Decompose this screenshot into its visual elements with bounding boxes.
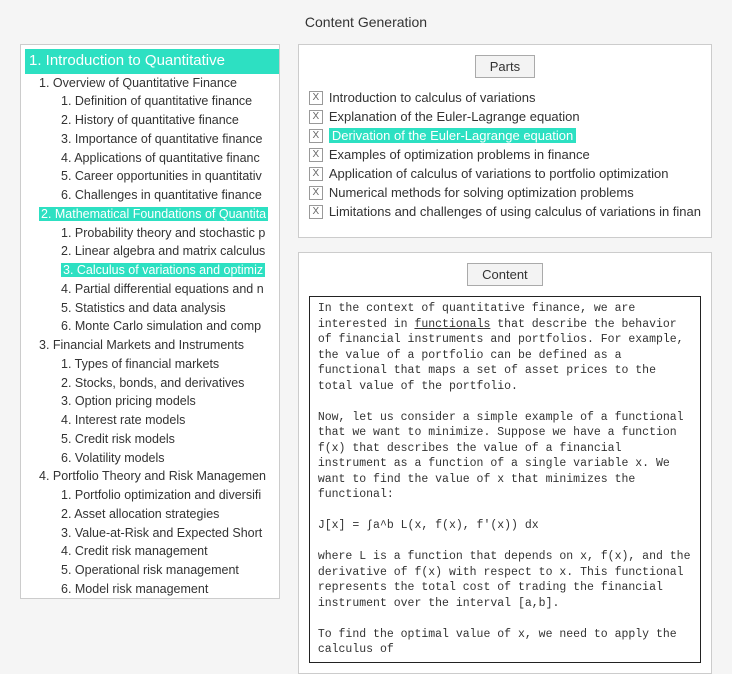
main-layout: 1. Introduction to Quantitative1. Overvi…	[20, 44, 712, 599]
toc-root[interactable]: 1. Introduction to Quantitative	[25, 49, 279, 74]
toc-subsection[interactable]: 2. Asset allocation strategies	[25, 505, 279, 524]
toc-subsection[interactable]: 3. Value-at-Risk and Expected Short	[25, 524, 279, 543]
content-button[interactable]: Content	[467, 263, 543, 286]
toc-section[interactable]: 2. Mathematical Foundations of Quantita	[25, 205, 279, 224]
toc-section[interactable]: 5. Algorithmic Trading and High-Frequen	[25, 599, 279, 600]
content-underline: functionals	[414, 318, 490, 331]
toc-subsection[interactable]: 5. Operational risk management	[25, 561, 279, 580]
toc-subsection[interactable]: 3. Importance of quantitative finance	[25, 130, 279, 149]
toc-subsection[interactable]: 6. Monte Carlo simulation and comp	[25, 317, 279, 336]
part-item[interactable]: X Application of calculus of variations t…	[309, 164, 701, 183]
toc-subsection[interactable]: 6. Challenges in quantitative finance	[25, 186, 279, 205]
close-icon[interactable]: X	[309, 129, 323, 143]
toc-subsection[interactable]: 2. Linear algebra and matrix calculus	[25, 242, 279, 261]
toc-subsection[interactable]: 6. Model risk management	[25, 580, 279, 599]
part-item[interactable]: X Derivation of the Euler-Lagrange equati…	[309, 126, 701, 145]
part-label: Examples of optimization problems in fin…	[329, 147, 590, 162]
right-column: Parts X Introduction to calculus of varia…	[298, 44, 712, 599]
toc-subsection[interactable]: 5. Career opportunities in quantitativ	[25, 167, 279, 186]
part-item[interactable]: X Examples of optimization problems in fi…	[309, 145, 701, 164]
toc-subsection[interactable]: 1. Definition of quantitative finance	[25, 92, 279, 111]
toc-subsection[interactable]: 5. Credit risk models	[25, 430, 279, 449]
content-panel: Content In the context of quantitative f…	[298, 252, 712, 674]
content-header: Content	[309, 263, 701, 286]
close-icon[interactable]: X	[309, 186, 323, 200]
page-root: Content Generation 1. Introduction to Qu…	[0, 0, 732, 606]
content-box[interactable]: In the context of quantitative finance, …	[309, 296, 701, 663]
toc-subsection[interactable]: 5. Statistics and data analysis	[25, 299, 279, 318]
toc-subsection[interactable]: 1. Portfolio optimization and diversifi	[25, 486, 279, 505]
parts-header: Parts	[309, 55, 701, 78]
toc-subsection[interactable]: 3. Calculus of variations and optimiz	[25, 261, 279, 280]
toc-subsection[interactable]: 2. History of quantitative finance	[25, 111, 279, 130]
close-icon[interactable]: X	[309, 91, 323, 105]
close-icon[interactable]: X	[309, 167, 323, 181]
part-item[interactable]: X Limitations and challenges of using cal…	[309, 202, 701, 221]
part-item[interactable]: X Numerical methods for solving optimizat…	[309, 183, 701, 202]
toc-panel[interactable]: 1. Introduction to Quantitative1. Overvi…	[20, 44, 280, 599]
toc-subsection[interactable]: 3. Option pricing models	[25, 392, 279, 411]
close-icon[interactable]: X	[309, 110, 323, 124]
toc-subsection[interactable]: 4. Interest rate models	[25, 411, 279, 430]
toc-section[interactable]: 4. Portfolio Theory and Risk Managemen	[25, 467, 279, 486]
page-title: Content Generation	[20, 10, 712, 44]
part-label: Limitations and challenges of using calc…	[329, 204, 701, 219]
parts-button[interactable]: Parts	[475, 55, 535, 78]
toc-section[interactable]: 3. Financial Markets and Instruments	[25, 336, 279, 355]
toc-subsection[interactable]: 1. Probability theory and stochastic p	[25, 224, 279, 243]
toc-subsection[interactable]: 2. Stocks, bonds, and derivatives	[25, 374, 279, 393]
part-label: Explanation of the Euler-Lagrange equati…	[329, 109, 580, 124]
toc-subsection[interactable]: 1. Types of financial markets	[25, 355, 279, 374]
close-icon[interactable]: X	[309, 148, 323, 162]
toc-subsection[interactable]: 4. Partial differential equations and n	[25, 280, 279, 299]
toc-subsection[interactable]: 4. Applications of quantitative financ	[25, 149, 279, 168]
toc-subsection[interactable]: 4. Credit risk management	[25, 542, 279, 561]
part-label: Numerical methods for solving optimizati…	[329, 185, 634, 200]
close-icon[interactable]: X	[309, 205, 323, 219]
parts-panel: Parts X Introduction to calculus of varia…	[298, 44, 712, 238]
part-label: Introduction to calculus of variations	[329, 90, 536, 105]
toc-section[interactable]: 1. Overview of Quantitative Finance	[25, 74, 279, 93]
part-item[interactable]: X Explanation of the Euler-Lagrange equat…	[309, 107, 701, 126]
part-label: Application of calculus of variations to…	[329, 166, 669, 181]
part-item[interactable]: X Introduction to calculus of variations	[309, 88, 701, 107]
parts-list[interactable]: XIntroduction to calculus of variationsX…	[309, 88, 701, 227]
toc-subsection[interactable]: 6. Volatility models	[25, 449, 279, 468]
part-label: Derivation of the Euler-Lagrange equatio…	[329, 128, 576, 143]
